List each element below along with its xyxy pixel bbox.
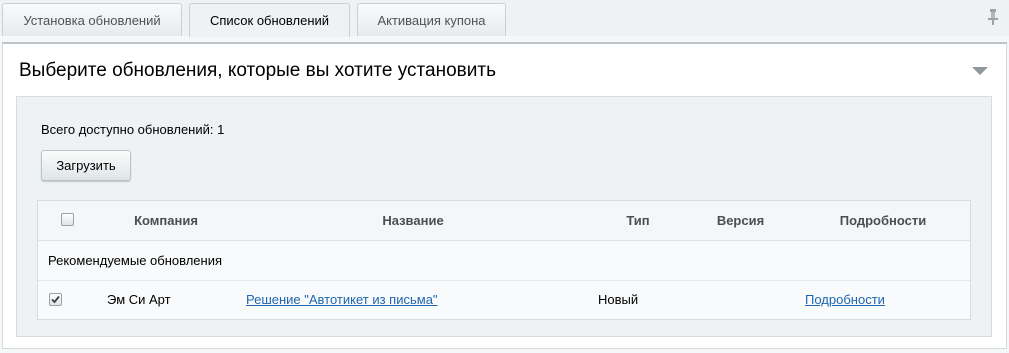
table-row: Эм Си Арт Решение "Автотикет из письма" … [38, 281, 970, 319]
updates-table: Компания Название Тип Версия Подробности… [37, 200, 971, 320]
tab-install-updates[interactable]: Установка обновлений [2, 3, 182, 36]
group-row-recommended: Рекомендуемые обновления [38, 241, 970, 281]
details-link[interactable]: Подробности [805, 292, 885, 307]
column-details: Подробности [839, 213, 927, 228]
select-all-checkbox[interactable] [61, 213, 74, 226]
group-label: Рекомендуемые обновления [48, 253, 223, 268]
load-button[interactable]: Загрузить [41, 150, 131, 181]
cell-company: Эм Си Арт [107, 292, 171, 307]
pin-icon[interactable] [986, 8, 1000, 26]
check-icon [51, 295, 60, 304]
chevron-down-icon[interactable] [972, 66, 988, 76]
column-name: Название [382, 213, 444, 228]
updates-panel: Выберите обновления, которые вы хотите у… [2, 42, 1007, 349]
tab-coupon-activation[interactable]: Активация купона [357, 3, 506, 36]
column-company: Компания [134, 213, 198, 228]
row-checkbox[interactable] [49, 293, 62, 306]
tab-updates-list[interactable]: Список обновлений [189, 3, 350, 37]
column-type: Тип [626, 213, 650, 228]
tabs-bar: Установка обновлений Список обновлений А… [0, 0, 1009, 37]
column-version: Версия [716, 213, 765, 228]
cell-type: Новый [598, 292, 639, 307]
update-name-link[interactable]: Решение "Автотикет из письма" [246, 292, 438, 307]
table-header: Компания Название Тип Версия Подробности [38, 201, 970, 241]
page-title: Выберите обновления, которые вы хотите у… [19, 60, 496, 81]
total-updates-label: Всего доступно обновлений: 1 [41, 122, 225, 137]
updates-content: Всего доступно обновлений: 1 Загрузить К… [16, 96, 992, 337]
